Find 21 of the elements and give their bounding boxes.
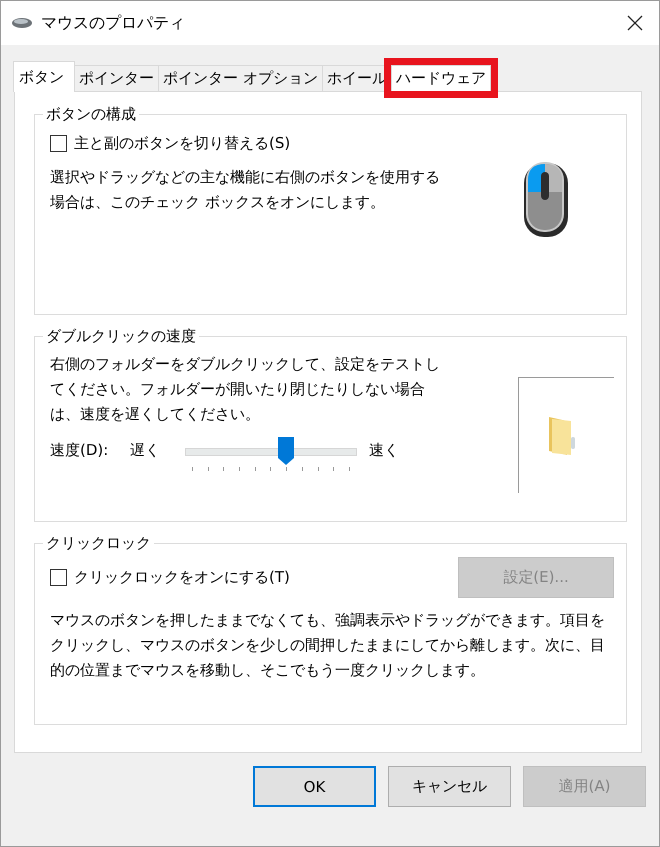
close-icon[interactable]	[627, 15, 643, 31]
window-title: マウスのプロパティ	[41, 12, 186, 34]
dialog-button[interactable]: OK	[253, 766, 376, 807]
group-title: ダブルクリックの速度	[45, 327, 197, 346]
slider-thumb[interactable]	[278, 437, 294, 465]
slow-label: 遅く	[130, 441, 161, 460]
checkbox[interactable]	[50, 569, 67, 586]
group-title: ボタンの構成	[45, 105, 137, 124]
description-text: 選択やドラッグなどの主な機能に右側のボタンを使用する場合は、このチェック ボックスをオンにします。	[50, 167, 441, 213]
dialog-button[interactable]: キャンセル	[388, 766, 511, 807]
group-title: クリックロック	[45, 534, 152, 553]
checkbox-label[interactable]: クリックロックをオンにする(T)	[74, 568, 290, 587]
speed-label: 速度(D):	[50, 441, 110, 460]
mouse-icon	[522, 160, 570, 240]
checkbox-label[interactable]: 主と副のボタンを切り替える(S)	[74, 134, 290, 153]
description-text: 右側のフォルダーをダブルクリックして、設定をテストしてください。フォルダーが開いたり閉じたりしない場合は、速度を遅くしてください。	[50, 354, 441, 425]
description-text: マウスのボタンを押したままでなくても、強調表示やドラッグができます。項目をクリックし、マウスのボタンを少しの間押したままにしてから離します。次に、目的の位置までマウスを移動し、そこでもう一度クリックします。	[50, 610, 606, 681]
fast-label: 速く	[369, 441, 399, 460]
mouse-icon	[11, 17, 33, 29]
tab[interactable]: ボタン	[13, 61, 75, 92]
checkbox[interactable]	[50, 135, 67, 152]
